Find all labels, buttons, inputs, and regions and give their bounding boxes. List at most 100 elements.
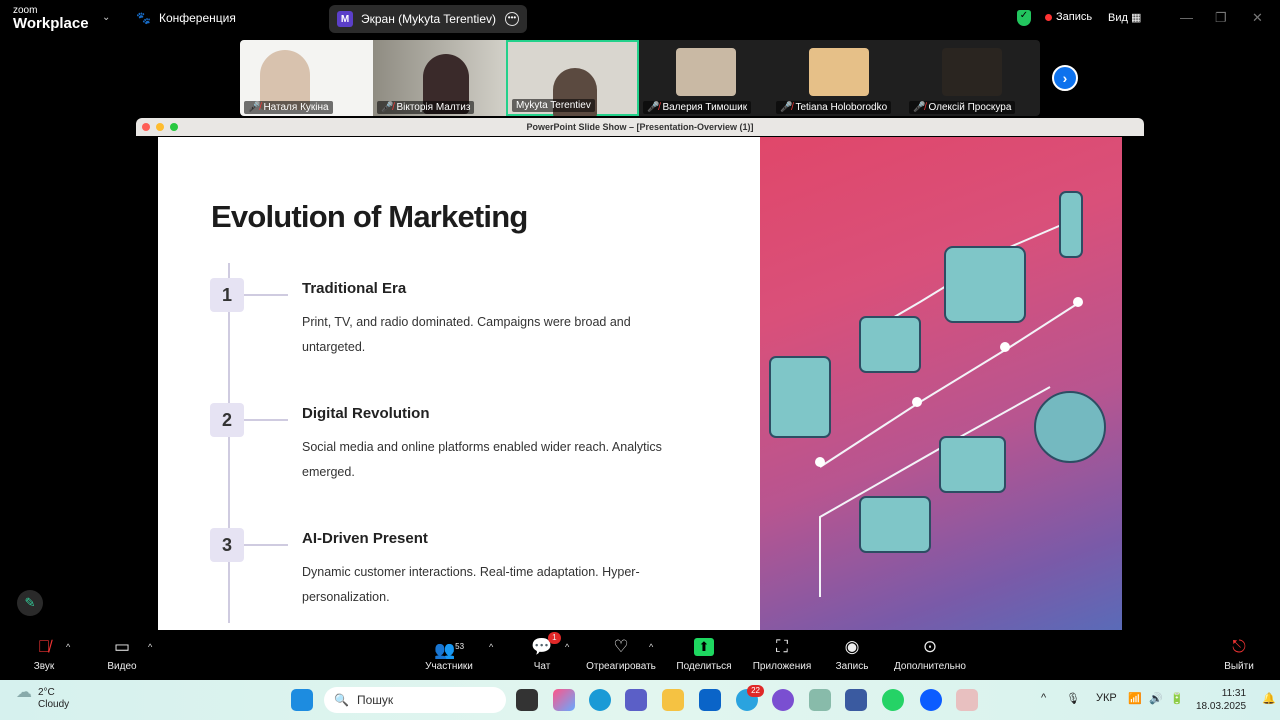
video-button[interactable]: ▭ Видео (104, 630, 140, 680)
viber-icon[interactable] (772, 689, 794, 711)
window-title: PowerPoint Slide Show – [Presentation-Ov… (526, 122, 754, 132)
task-view-icon[interactable] (516, 689, 538, 711)
apps-icon: ⛶ (776, 637, 788, 656)
connector (244, 544, 288, 546)
chat-button[interactable]: 💬 1 Чат (528, 630, 561, 680)
audio-options-caret[interactable]: ^ (66, 642, 70, 652)
taskbar-search[interactable]: 🔍 Пошук (324, 687, 506, 713)
more-button[interactable]: ⊙ Дополнительно (890, 630, 970, 680)
zoom-logo: Workplace (13, 15, 89, 32)
participant-name: Mykyta Terentiev (516, 100, 591, 111)
edge-icon[interactable] (589, 689, 611, 711)
app-icon[interactable] (845, 689, 867, 711)
meeting-icon: 🐾 (136, 11, 151, 25)
share-button[interactable]: ⬆ Поделиться (673, 630, 735, 680)
participant-tile[interactable]: 🎤̸ Валерия Тимошик (639, 40, 772, 116)
audio-label: Звук (33, 661, 55, 672)
participant-name: Олексій Проскура (928, 102, 1012, 113)
minimize-button[interactable]: — (1180, 10, 1193, 25)
zoom-title-bar: zoom Workplace ⌄ 🐾 Конференция M Экран (M… (0, 0, 1280, 38)
meeting-info-button[interactable]: 🐾 Конференция (136, 11, 236, 25)
view-label: Вид (1108, 12, 1128, 24)
more-label: Дополнительно (894, 661, 966, 672)
react-button[interactable]: ♡ Отреагировать (584, 630, 658, 680)
chat-options-caret[interactable]: ^ (565, 642, 569, 652)
next-page-button[interactable]: › (1052, 65, 1078, 91)
more-options-icon[interactable]: ••• (505, 12, 519, 26)
volume-icon[interactable]: 🔊 (1149, 692, 1163, 705)
close-button[interactable]: ✕ (1252, 10, 1263, 26)
meeting-toolbar: 🎙̸ Звук ^ ▭ Видео ^ 👥53 Участники ^ 💬 1 Чат ^… (0, 630, 1280, 680)
heart-icon: ♡ (613, 637, 629, 656)
participants-button[interactable]: 👥53 Участники (420, 630, 478, 680)
participant-name: Наталя Кукіна (263, 102, 329, 113)
screen-share-indicator[interactable]: M Экран (Mykyta Terentiev) ••• (329, 5, 527, 33)
connector (244, 419, 288, 421)
language-indicator[interactable]: УКР (1096, 692, 1117, 704)
minimize-dot[interactable] (156, 123, 164, 131)
more-icon: ⊙ (922, 637, 938, 656)
react-label: Отреагировать (586, 661, 656, 672)
participant-tile-active[interactable]: Mykyta Terentiev (506, 40, 639, 116)
react-options-caret[interactable]: ^ (649, 642, 653, 652)
zoom-icon[interactable] (920, 689, 942, 711)
search-placeholder: Пошук (356, 693, 394, 707)
record-button[interactable]: ◉ Запись (832, 630, 872, 680)
step-description: Social media and online platforms enable… (302, 440, 662, 479)
time: 11:31 (1221, 688, 1247, 699)
chat-icon: 💬 1 (531, 632, 561, 656)
step-number: 2 (210, 403, 244, 437)
clock[interactable]: 11:31 18.03.2025 (1196, 687, 1246, 713)
recording-indicator[interactable]: Запись (1045, 11, 1092, 23)
participant-tile[interactable]: 🎤̸ Наталя Кукіна (240, 40, 373, 116)
connector (244, 294, 288, 296)
telegram-icon[interactable]: 22 (736, 685, 764, 711)
slide-title: Evolution of Marketing (211, 199, 528, 234)
participant-strip: 🎤̸ Наталя Кукіна 🎤̸ Вікторія Малтиз Mykyta… (240, 40, 1040, 116)
close-dot[interactable] (142, 123, 150, 131)
video-camera-icon: ▭ (113, 637, 131, 656)
wifi-icon[interactable]: 📶 (1128, 692, 1142, 705)
whatsapp-icon[interactable] (882, 689, 904, 711)
participant-name: Валерия Тимошик (662, 102, 748, 113)
mic-muted-icon: 🎤̸ (780, 102, 793, 113)
snipping-tool-icon[interactable] (956, 689, 978, 711)
mic-muted-icon: 🎤̸ (647, 102, 660, 113)
participant-name: Tetiana Holoborodko (795, 102, 888, 113)
recording-label: Запись (1056, 11, 1093, 23)
audio-button[interactable]: 🎙̸ Звук (28, 630, 60, 680)
maximize-button[interactable]: ❐ (1215, 10, 1227, 26)
annotate-pencil-button[interactable]: ✎ (17, 590, 43, 616)
participant-tile[interactable]: 🎤̸ Tetiana Holoborodko (772, 40, 905, 116)
view-button[interactable]: Вид ▦ (1108, 11, 1141, 24)
participant-tile[interactable]: 🎤̸ Вікторія Малтиз (373, 40, 506, 116)
weather-widget[interactable]: ☁ 2°C Cloudy (16, 685, 69, 711)
chevron-down-icon[interactable]: ⌄ (102, 12, 110, 23)
participants-options-caret[interactable]: ^ (489, 642, 493, 652)
presenter-avatar: M (337, 11, 353, 27)
mic-muted-icon: 🎤̸ (248, 102, 261, 113)
slide: Evolution of Marketing 1 Traditional Era… (158, 137, 760, 630)
apps-button[interactable]: ⛶ Приложения (749, 630, 815, 680)
teams-icon[interactable] (625, 689, 647, 711)
security-shield-icon[interactable]: ✓ (1017, 10, 1031, 26)
participants-label: Участники (425, 661, 473, 672)
notifications-icon[interactable]: 🔔 (1262, 692, 1276, 705)
screen-share-label: Экран (Mykyta Terentiev) (361, 12, 496, 26)
windows-start-icon[interactable] (291, 689, 313, 711)
outlook-icon[interactable] (699, 689, 721, 711)
battery-icon[interactable]: 🔋 (1170, 692, 1184, 705)
chatgpt-icon[interactable] (809, 689, 831, 711)
step-number: 3 (210, 528, 244, 562)
tray-overflow-icon[interactable]: ^ (1041, 692, 1046, 704)
zoom-dot[interactable] (170, 123, 178, 131)
mic-muted-icon: 🎤̸ (381, 102, 394, 113)
file-explorer-icon[interactable] (662, 689, 684, 711)
leave-button[interactable]: ⎋ Выйти (1222, 630, 1256, 680)
step-number: 1 (210, 278, 244, 312)
mic-tray-icon[interactable]: 🎙 (1066, 692, 1080, 705)
copilot-icon[interactable] (553, 689, 575, 711)
step-heading: Digital Revolution (302, 405, 430, 422)
participant-tile[interactable]: 🎤̸ Олексій Проскура (905, 40, 1038, 116)
video-options-caret[interactable]: ^ (148, 642, 152, 652)
